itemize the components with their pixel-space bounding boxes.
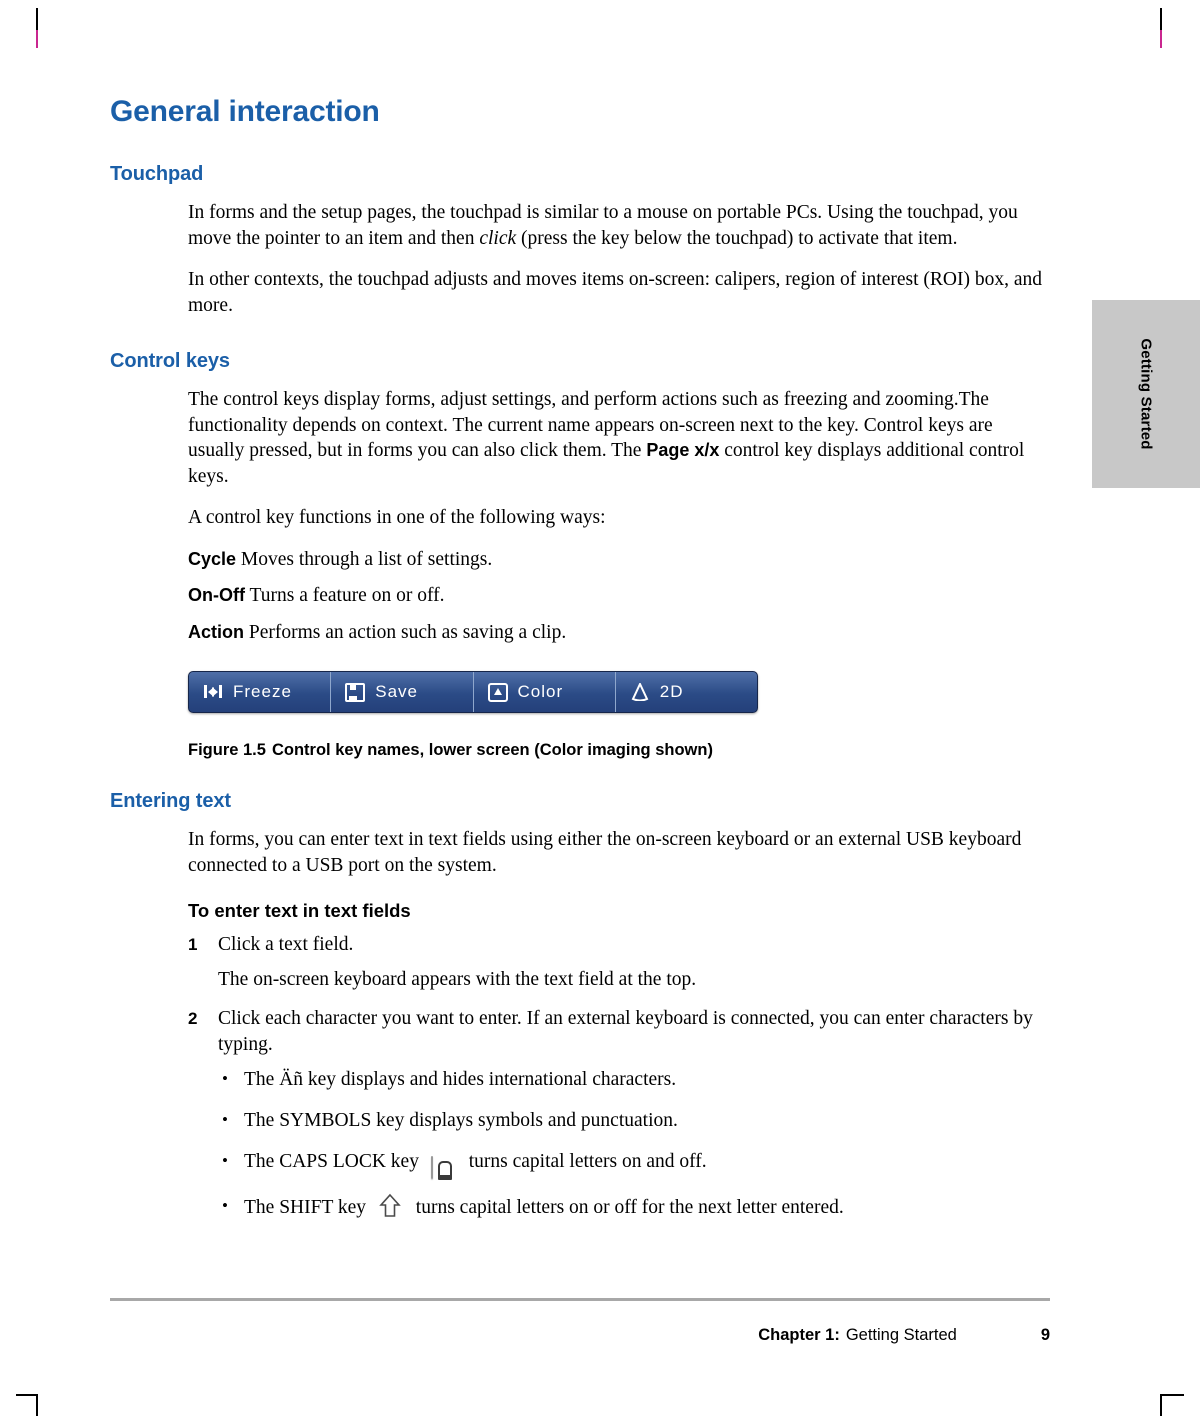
mode-desc-on-off: Turns a feature on or off. — [244, 585, 445, 606]
control-key-save-label: Save — [375, 682, 418, 701]
shift-key-icon — [378, 1193, 404, 1219]
bullet-text-international: The Äñ key displays and hides internatio… — [244, 1069, 677, 1090]
control-keys-paragraph-1: The control keys display forms, adjust s… — [110, 387, 1050, 489]
figure-caption-text: Control key names, lower screen (Color i… — [271, 741, 713, 759]
step-number-1: 1 — [188, 935, 198, 954]
bullet-dot: • — [222, 1196, 228, 1215]
page-footer: Chapter 1: Getting Started 9 — [110, 1326, 1050, 1345]
page-content: General interaction Touchpad In forms an… — [110, 95, 1050, 1235]
footer-page-number: 9 — [1040, 1326, 1050, 1344]
bullet-text-shift-after: turns capital letters on or off for the … — [415, 1197, 844, 1218]
control-keys-page-label: Page x/x — [646, 440, 720, 460]
section-heading-control-keys: Control keys — [110, 350, 230, 372]
caps-lock-key-icon — [430, 1154, 457, 1180]
bullet-dot: • — [222, 1110, 228, 1129]
control-key-color[interactable]: Color — [474, 672, 616, 712]
procedure-step-2: 2 Click each character you want to enter… — [110, 1006, 1050, 1057]
control-key-freeze[interactable]: Freeze — [189, 672, 332, 712]
bullet-international-characters: • The Äñ key displays and hides internat… — [110, 1066, 1050, 1094]
bullet-text-symbols: The SYMBOLS key displays symbols and pun… — [244, 1110, 678, 1131]
touchpad-paragraph-2: In other contexts, the touchpad adjusts … — [188, 269, 1042, 316]
procedure-step-1: 1 Click a text field. — [110, 932, 1050, 958]
entering-text-paragraph-1: In forms, you can enter text in text fie… — [188, 829, 1022, 876]
freeze-icon — [203, 683, 223, 701]
bullet-text-caps-lock-after: turns capital letters on and off. — [468, 1151, 707, 1172]
touchpad-paragraph-1: In forms and the setup pages, the touchp… — [110, 200, 1050, 251]
step-1-result: The on-screen keyboard appears with the … — [218, 968, 697, 990]
crop-mark-top-right — [1160, 8, 1162, 30]
document-page: Getting Started General interaction Touc… — [0, 0, 1200, 1425]
mode-term-action: Action — [188, 621, 244, 642]
section-heading-entering-text: Entering text — [110, 790, 231, 812]
keyboard-key-bullets: • The Äñ key displays and hides internat… — [110, 1066, 1050, 1222]
page-title: General interaction — [110, 95, 380, 128]
control-key-bar: Freeze Save Color 2D — [188, 671, 758, 713]
color-icon — [487, 682, 508, 702]
control-key-color-label: Color — [517, 682, 564, 701]
bullet-text-shift-before: The SHIFT key — [244, 1197, 367, 1218]
control-key-bar-figure: Freeze Save Color 2D — [110, 671, 1050, 713]
control-key-mode-cycle: Cycle Moves through a list of settings. — [110, 547, 1050, 573]
bullet-caps-lock-key: • The CAPS LOCK key turns capital letter… — [110, 1148, 1050, 1180]
crop-mark-bottom-right — [1160, 1394, 1162, 1416]
save-icon — [345, 682, 366, 702]
control-key-2d-label: 2D — [659, 682, 684, 701]
control-key-save[interactable]: Save — [331, 672, 474, 712]
mode-term-on-off: On-Off — [188, 585, 245, 605]
bullet-symbols-key: • The SYMBOLS key displays symbols and p… — [110, 1107, 1050, 1135]
section-heading-touchpad: Touchpad — [110, 163, 204, 185]
control-key-mode-action: Action Performs an action such as saving… — [110, 620, 1050, 646]
mode-term-cycle: Cycle — [188, 548, 237, 569]
control-key-mode-on-off: On-Off Turns a feature on or off. — [110, 583, 1050, 609]
touchpad-para1-italic: click — [479, 227, 517, 249]
procedure-steps: 1 Click a text field. — [110, 932, 1050, 958]
procedure-title: To enter text in text fields — [188, 900, 411, 921]
crop-mark-bottom-left-h — [16, 1394, 38, 1396]
touchpad-para1-part-b: (press the key below the touchpad) to ac… — [516, 227, 958, 249]
footer-chapter-label: Chapter 1: — [758, 1326, 840, 1344]
crop-mark-top-right-magenta — [1160, 30, 1162, 48]
crop-mark-bottom-right-h — [1162, 1394, 1184, 1396]
figure-caption: Figure 1.5 Control key names, lower scree… — [110, 741, 1050, 760]
footer-chapter-name: Getting Started — [845, 1326, 957, 1344]
chapter-side-tab-label: Getting Started — [1137, 338, 1155, 450]
figure-caption-number: Figure 1.5 — [188, 741, 266, 759]
crop-mark-top-left — [36, 8, 38, 30]
bullet-text-caps-lock-before: The CAPS LOCK key — [244, 1151, 419, 1172]
procedure-steps-continued: 2 Click each character you want to enter… — [110, 1006, 1050, 1057]
footer-divider — [110, 1298, 1050, 1301]
chapter-side-tab: Getting Started — [1092, 300, 1200, 488]
2d-icon — [630, 683, 650, 701]
mode-desc-action: Performs an action such as saving a clip… — [244, 621, 567, 643]
control-key-freeze-label: Freeze — [233, 682, 292, 701]
control-keys-paragraph-2: A control key functions in one of the fo… — [188, 507, 606, 528]
bullet-shift-key: • The SHIFT key turns capital letters on… — [110, 1193, 1050, 1222]
mode-desc-cycle: Moves through a list of settings. — [236, 548, 493, 570]
control-key-2d[interactable]: 2D — [616, 672, 757, 712]
crop-mark-bottom-left — [36, 1394, 38, 1416]
bullet-dot: • — [222, 1151, 228, 1170]
bullet-dot: • — [222, 1069, 228, 1088]
step-number-2: 2 — [188, 1009, 198, 1028]
step-text-1: Click a text field. — [218, 934, 354, 955]
crop-mark-top-left-magenta — [36, 30, 38, 48]
step-text-2: Click each character you want to enter. … — [218, 1008, 1033, 1055]
